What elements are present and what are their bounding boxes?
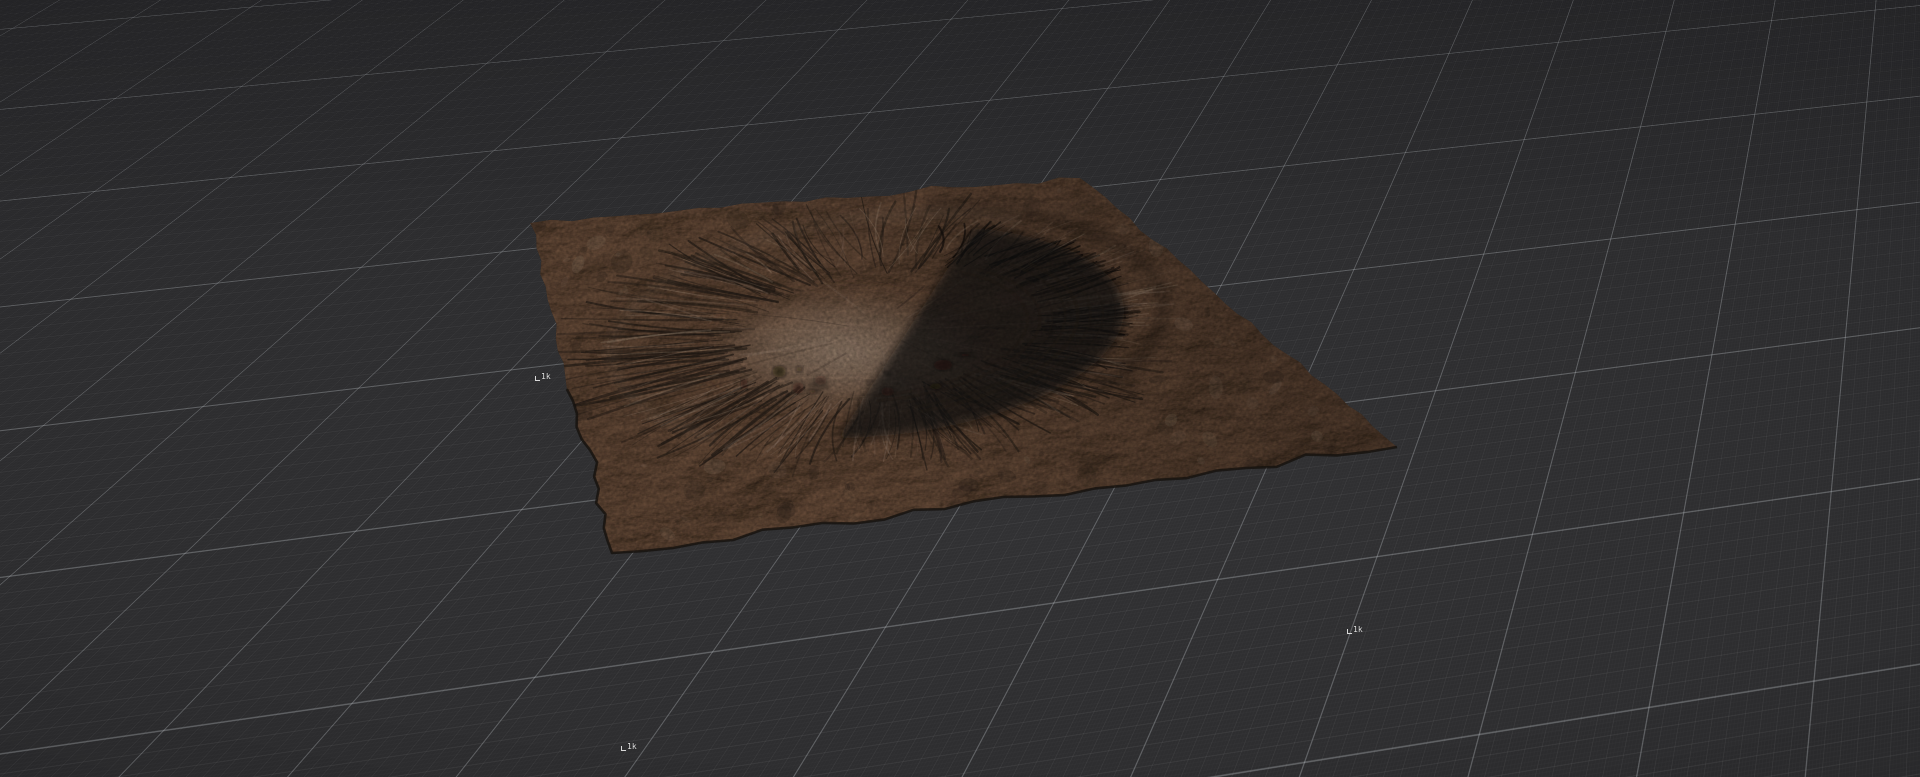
terrain-mesh[interactable] xyxy=(0,0,1920,777)
3d-viewport[interactable]: 1k 1k 1k xyxy=(0,0,1920,777)
terrain-surface xyxy=(530,177,1397,553)
terrain-speckle-overlay xyxy=(530,177,1397,553)
